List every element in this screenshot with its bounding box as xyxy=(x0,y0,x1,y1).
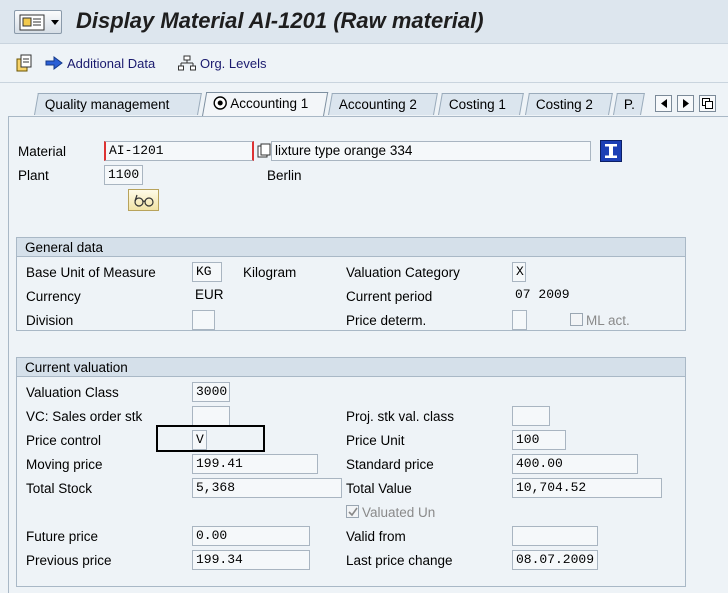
material-label: Material xyxy=(18,144,67,159)
tab-label: Costing 2 xyxy=(535,97,593,112)
tab-label: Quality management xyxy=(44,97,170,112)
window-title: Display Material AI-1201 (Raw material) xyxy=(76,8,484,33)
current-valuation-title: Current valuation xyxy=(17,358,685,377)
triangle-right-icon xyxy=(682,99,689,108)
price-determination-label: Price determ. xyxy=(346,313,427,328)
material-description-field[interactable]: lixture type orange 334 xyxy=(271,141,591,161)
org-levels-label: Org. Levels xyxy=(200,55,267,71)
valuated-un-checkbox[interactable] xyxy=(346,505,359,518)
current-period-label: Current period xyxy=(346,289,433,304)
tab-scroll-right-button[interactable] xyxy=(677,95,694,112)
ml-act-label: ML act. xyxy=(586,313,630,328)
tab-content-panel: Material AI-1201 lixture type orange 334… xyxy=(8,116,728,593)
tab-list-button[interactable] xyxy=(699,95,716,112)
base-uom-label: Base Unit of Measure xyxy=(26,265,156,280)
info-icon xyxy=(605,144,617,158)
current-period-field[interactable]: 07 2009 xyxy=(512,286,582,306)
additional-data-button[interactable]: Additional Data xyxy=(45,53,155,73)
valuation-category-field[interactable]: X xyxy=(512,262,526,282)
plant-label: Plant xyxy=(18,168,49,183)
division-label: Division xyxy=(26,313,74,328)
base-uom-text: Kilogram xyxy=(243,265,297,280)
tab-quality-management[interactable]: Quality management xyxy=(34,93,202,115)
plant-field[interactable]: 1100 xyxy=(104,165,143,185)
moving-price-field[interactable]: 199.41 xyxy=(192,454,318,474)
accounting-tab-icon xyxy=(213,96,227,110)
tab-list-icon xyxy=(702,98,713,109)
previous-price-field[interactable]: 199.34 xyxy=(192,550,310,570)
plant-name: Berlin xyxy=(267,168,302,183)
display-glasses-button[interactable] xyxy=(128,189,159,211)
last-price-change-label: Last price change xyxy=(346,553,453,568)
current-valuation-group: Current valuation Valuation Class 3000 V… xyxy=(16,357,686,587)
additional-data-label: Additional Data xyxy=(67,55,156,71)
last-price-change-field[interactable]: 08.07.2009 xyxy=(512,550,598,570)
tab-costing-1[interactable]: Costing 1 xyxy=(438,93,524,115)
menu-icon xyxy=(19,14,45,31)
tab-costing-2[interactable]: Costing 2 xyxy=(525,93,613,115)
valuation-class-field[interactable]: 3000 xyxy=(192,382,230,402)
vc-sales-order-stock-field[interactable] xyxy=(192,406,230,426)
price-unit-field[interactable]: 100 xyxy=(512,430,566,450)
valuation-category-label: Valuation Category xyxy=(346,265,460,280)
total-stock-label: Total Stock xyxy=(26,481,93,496)
future-price-label: Future price xyxy=(26,529,99,544)
system-menu-button[interactable] xyxy=(14,10,62,34)
material-field[interactable]: AI-1201 xyxy=(104,141,254,161)
project-stock-valuation-class-field[interactable] xyxy=(512,406,550,426)
tab-label: Accounting 1 xyxy=(230,96,309,111)
moving-price-label: Moving price xyxy=(26,457,103,472)
tab-label: P. xyxy=(623,97,635,112)
standard-price-label: Standard price xyxy=(346,457,434,472)
total-value-label: Total Value xyxy=(346,481,412,496)
base-uom-field[interactable]: KG xyxy=(192,262,222,282)
org-levels-button[interactable]: Org. Levels xyxy=(178,53,266,73)
copy-icon xyxy=(257,143,271,159)
tab-accounting-1[interactable]: Accounting 1 xyxy=(202,92,329,116)
currency-field[interactable]: EUR xyxy=(195,286,235,306)
division-field[interactable] xyxy=(192,310,215,330)
price-determination-field[interactable] xyxy=(512,310,527,330)
price-control-field[interactable]: V xyxy=(192,430,207,450)
tab-label: Costing 1 xyxy=(448,97,506,112)
chevron-down-icon xyxy=(51,20,59,25)
tab-more[interactable]: P. xyxy=(613,93,645,115)
info-button[interactable] xyxy=(600,140,622,162)
price-control-label: Price control xyxy=(26,433,102,448)
valid-from-field[interactable] xyxy=(512,526,598,546)
currency-label: Currency xyxy=(26,289,81,304)
valuation-class-label: Valuation Class xyxy=(26,385,119,400)
project-stock-valuation-class-label: Proj. stk val. class xyxy=(346,409,455,424)
valid-from-label: Valid from xyxy=(346,529,406,544)
general-data-title: General data xyxy=(17,238,685,257)
standard-price-field[interactable]: 400.00 xyxy=(512,454,638,474)
triangle-left-icon xyxy=(660,99,667,108)
tab-scroll-left-button[interactable] xyxy=(655,95,672,112)
valuated-un-label: Valuated Un xyxy=(362,505,436,520)
previous-price-label: Previous price xyxy=(26,553,112,568)
other-material-button[interactable] xyxy=(16,53,34,73)
ml-act-checkbox[interactable] xyxy=(570,313,583,326)
arrow-right-icon xyxy=(45,56,63,70)
tab-label: Accounting 2 xyxy=(338,97,417,112)
glasses-icon xyxy=(133,194,154,207)
price-control-highlight xyxy=(156,425,265,452)
future-price-field[interactable]: 0.00 xyxy=(192,526,310,546)
vc-sales-order-stock-label: VC: Sales order stk xyxy=(26,409,143,424)
hierarchy-icon xyxy=(178,55,196,71)
tab-accounting-2[interactable]: Accounting 2 xyxy=(328,93,438,115)
title-bar: Display Material AI-1201 (Raw material) xyxy=(0,0,728,44)
other-material-icon xyxy=(16,54,32,72)
total-stock-field[interactable]: 5,368 xyxy=(192,478,342,498)
price-unit-label: Price Unit xyxy=(346,433,405,448)
general-data-group: General data Base Unit of Measure KG Kil… xyxy=(16,237,686,331)
total-value-field[interactable]: 10,704.52 xyxy=(512,478,662,498)
application-toolbar: Additional Data Org. Levels xyxy=(0,44,728,82)
checkmark-icon xyxy=(347,507,358,516)
tab-strip: Quality management Accounting 1 Accounti… xyxy=(0,83,728,117)
